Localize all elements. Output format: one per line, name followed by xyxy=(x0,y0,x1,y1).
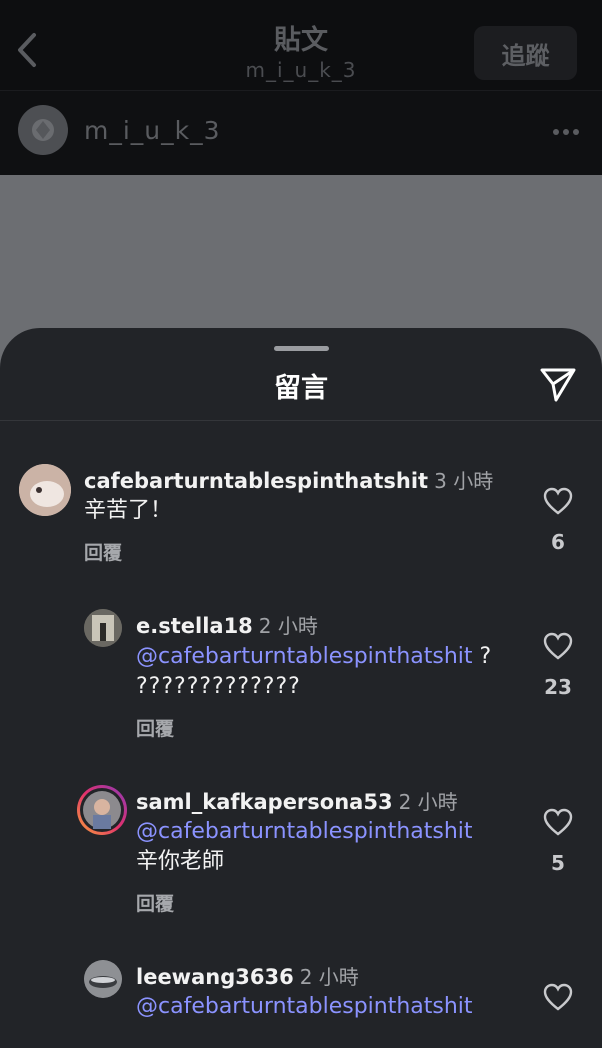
comment-username[interactable]: leewang3636 2 小時 xyxy=(136,961,359,990)
like-count: 5 xyxy=(551,851,565,875)
logo-icon xyxy=(32,119,54,141)
comment-time: 2 小時 xyxy=(299,965,359,989)
author-avatar[interactable] xyxy=(18,105,68,155)
comment-username[interactable]: e.stella18 2 小時 xyxy=(136,610,318,639)
comment-text: 辛你老師 xyxy=(136,849,225,874)
sheet-title: 留言 xyxy=(274,373,328,404)
comment-text-line2: ????????????? xyxy=(136,674,301,699)
comments-sheet xyxy=(0,328,602,1048)
comment-username[interactable]: cafebarturntablespinthatshit 3 小時 xyxy=(84,465,493,494)
mention-link[interactable]: @cafebarturntablespinthatshit xyxy=(136,644,473,669)
avatar[interactable] xyxy=(19,464,71,516)
comment-text: 辛苦了！ xyxy=(84,498,173,523)
avatar[interactable] xyxy=(84,609,122,647)
heart-icon[interactable] xyxy=(543,808,573,836)
follow-button[interactable]: 追蹤 xyxy=(474,26,577,80)
comment-time: 2 小時 xyxy=(258,614,318,638)
divider xyxy=(0,420,602,421)
like-count: 6 xyxy=(551,530,565,554)
comment-mention: @cafebarturntablespinthatshit xyxy=(136,992,473,1022)
heart-icon[interactable] xyxy=(543,632,573,660)
share-send-icon[interactable] xyxy=(538,364,578,404)
heart-icon[interactable] xyxy=(543,983,573,1011)
comment-mention: @cafebarturntablespinthatshit xyxy=(136,817,473,847)
avatar[interactable] xyxy=(84,960,122,998)
avatar-story-ring[interactable] xyxy=(77,785,127,835)
comment-username[interactable]: saml_kafkapersona53 2 小時 xyxy=(136,786,458,815)
heart-icon[interactable] xyxy=(543,487,573,515)
reply-button[interactable]: 回覆 xyxy=(136,714,174,741)
reply-button[interactable]: 回覆 xyxy=(136,889,174,916)
author-username[interactable]: m_i_u_k_3 xyxy=(84,116,221,145)
comment-time: 2 小時 xyxy=(398,790,458,814)
reply-button[interactable]: 回覆 xyxy=(84,538,122,565)
like-count: 23 xyxy=(544,675,572,699)
comment-text: @cafebarturntablespinthatshit ? xyxy=(136,644,492,669)
sheet-grabber[interactable] xyxy=(274,346,329,351)
comment-time: 3 小時 xyxy=(434,469,494,493)
mention-link[interactable]: @cafebarturntablespinthatshit xyxy=(136,819,473,844)
mention-link[interactable]: @cafebarturntablespinthatshit xyxy=(136,994,473,1019)
more-options-icon[interactable] xyxy=(552,128,580,136)
